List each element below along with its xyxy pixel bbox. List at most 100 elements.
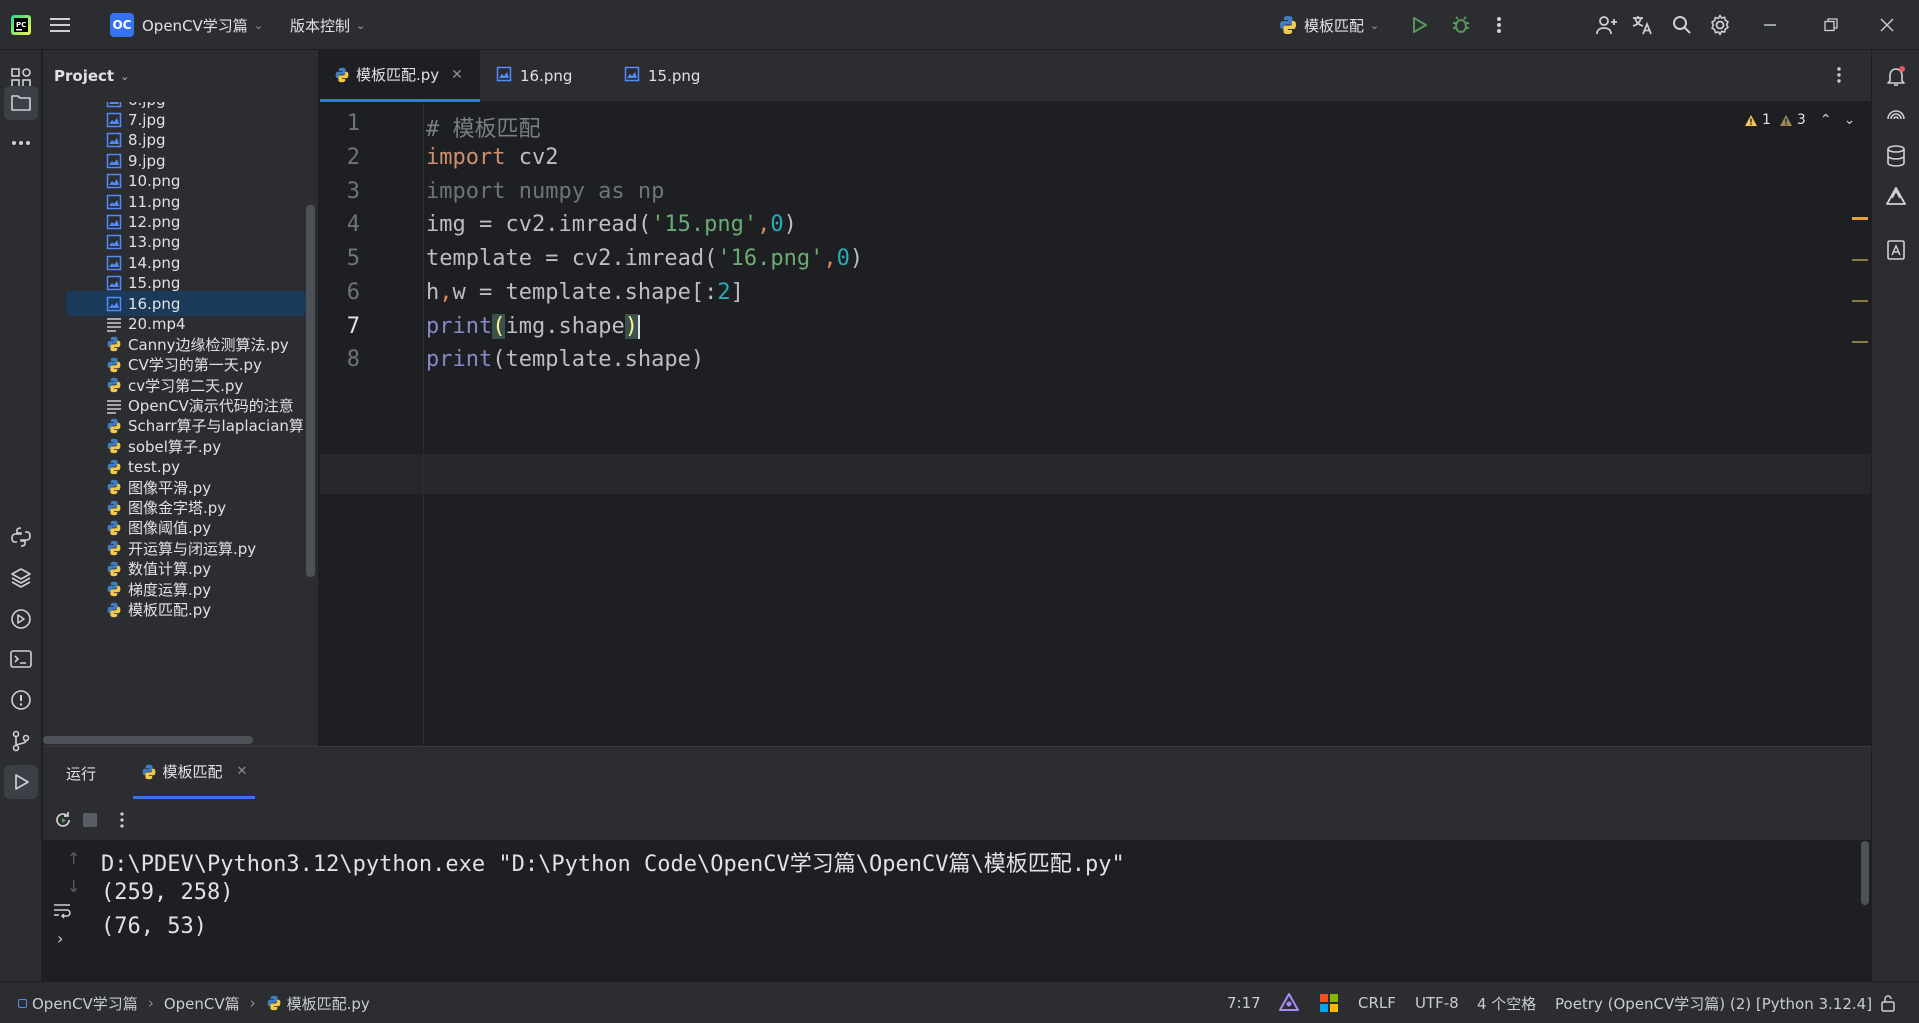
hamburger-icon — [50, 18, 70, 32]
console-output[interactable]: D:\PDEV\Python3.12\python.exe "D:\Python… — [101, 841, 1871, 982]
tab-template-match-py[interactable]: 模板匹配.py ✕ — [320, 50, 480, 102]
database-button[interactable] — [1879, 139, 1913, 173]
more-tools-button[interactable] — [4, 126, 38, 160]
line-number: 6 — [346, 280, 360, 305]
chevron-down-icon: ⌄ — [120, 69, 130, 83]
title-bar: PC OC OpenCV学习篇 ⌄ 版本控制 ⌄ 模板匹配 ⌄ — [0, 0, 1919, 50]
weak-warning-stripe-mark[interactable] — [1852, 300, 1868, 302]
tab-16-png[interactable]: 16.png — [482, 50, 602, 102]
code-text: imread — [624, 246, 705, 271]
sciview-button[interactable] — [1879, 180, 1913, 214]
current-line-highlight — [320, 454, 1871, 494]
file-encoding[interactable]: UTF-8 — [1415, 982, 1459, 1023]
main-menu-button[interactable] — [50, 0, 70, 50]
terminal-tool-button[interactable] — [4, 642, 38, 676]
line-number-gutter: 1 2 3 4 5 6 7 8 — [320, 102, 424, 746]
line-separator[interactable]: CRLF — [1358, 982, 1396, 1023]
services-tool-button[interactable] — [4, 602, 38, 636]
run-button[interactable] — [1410, 0, 1428, 50]
breadcrumb-item[interactable]: OpenCV学习篇 — [32, 993, 138, 1014]
soft-wrap-icon[interactable] — [53, 903, 71, 923]
code-text: w = template.shape[: — [452, 280, 718, 305]
notifications-button[interactable] — [1879, 59, 1913, 93]
image-file-icon — [106, 132, 122, 148]
weak-warning-icon — [1779, 114, 1792, 126]
close-window-button[interactable] — [1880, 0, 1894, 50]
previous-problem-icon[interactable]: ⌃ — [1820, 112, 1832, 128]
project-switcher[interactable]: OC OpenCV学习篇 ⌄ — [110, 0, 263, 50]
add-user-button[interactable] — [1596, 0, 1618, 50]
run-tool-button[interactable] — [4, 765, 38, 799]
run-panel-title: 运行 — [66, 765, 97, 783]
problems-tool-button[interactable] — [4, 683, 38, 717]
tab-label: 16.png — [520, 67, 573, 85]
up-arrow-icon[interactable]: ↑ — [67, 849, 80, 868]
windows-logo-icon[interactable] — [1320, 982, 1338, 1023]
more-vertical-icon — [120, 812, 124, 828]
python-interpreter[interactable]: Poetry (OpenCV学习篇) (2) [Python 3.12.4] — [1555, 982, 1872, 1023]
reader-mode-button[interactable] — [1879, 233, 1913, 267]
layers-tool-button[interactable] — [4, 561, 38, 595]
down-arrow-icon[interactable]: ↓ — [67, 877, 80, 896]
translate-button[interactable] — [1631, 0, 1655, 50]
lock-status-icon[interactable] — [1880, 982, 1896, 1023]
pycharm-logo-icon[interactable]: PC — [10, 0, 32, 50]
warning-stripe-mark[interactable] — [1852, 217, 1868, 220]
weak-warning-stripe-mark[interactable] — [1852, 259, 1868, 261]
stop-button[interactable] — [83, 813, 97, 827]
image-file-icon — [106, 275, 122, 291]
git-tool-button[interactable] — [4, 724, 38, 758]
inspection-widget[interactable]: 1 3 ⌃ ⌄ — [1744, 108, 1855, 132]
project-horizontal-scrollbar[interactable] — [43, 736, 253, 744]
number-literal: 0 — [836, 246, 850, 271]
translate-icon — [1632, 16, 1652, 35]
code-text: imread — [558, 212, 638, 237]
python-packages-button[interactable] — [4, 520, 38, 554]
breadcrumb-item[interactable]: OpenCV篇 — [164, 993, 240, 1014]
file-name: 16.png — [128, 294, 181, 313]
line-number: 8 — [346, 347, 360, 372]
code-editor[interactable]: 1 2 3 4 5 6 7 8 # 模板匹配 import cv2 import… — [320, 102, 1871, 746]
ai-assistant-button[interactable] — [1879, 99, 1913, 133]
document-a-icon — [1887, 240, 1905, 260]
next-problem-icon[interactable]: ⌄ — [1844, 112, 1856, 128]
close-tab-icon[interactable]: ✕ — [451, 67, 463, 83]
status-bar: OpenCV学习篇 › OpenCV篇 › 模板匹配.py 7:17 CRLF … — [0, 981, 1919, 1023]
project-panel-header[interactable]: Project ⌄ — [54, 50, 129, 102]
caret-position[interactable]: 7:17 — [1227, 982, 1261, 1023]
chevron-right-icon: › — [249, 994, 256, 1012]
minimize-button[interactable] — [1763, 0, 1777, 50]
close-run-tab-icon[interactable]: ✕ — [237, 764, 248, 779]
code-line-8: print(template.shape) — [426, 347, 704, 372]
run-more-button[interactable] — [119, 811, 125, 833]
debug-button[interactable] — [1451, 0, 1471, 50]
settings-button[interactable] — [1709, 0, 1731, 50]
project-tool-button[interactable] — [4, 86, 38, 120]
rerun-button[interactable] — [53, 810, 73, 834]
python-console-icon — [11, 527, 31, 547]
code-line-6: h,w = template.shape[:2] — [426, 280, 744, 305]
run-tab[interactable]: 模板匹配 ✕ — [133, 747, 255, 799]
search-button[interactable] — [1672, 0, 1692, 50]
console-line: (76, 53) — [101, 914, 207, 939]
indent-setting[interactable]: 4 个空格 — [1477, 982, 1536, 1023]
console-scrollbar[interactable] — [1861, 841, 1869, 905]
project-scrollbar[interactable] — [306, 205, 315, 577]
python-file-icon — [106, 357, 122, 373]
right-tool-stripe — [1871, 50, 1919, 981]
vcs-menu[interactable]: 版本控制 ⌄ — [290, 0, 365, 50]
line-number: 1 — [346, 111, 360, 136]
more-actions-button[interactable] — [1496, 0, 1502, 50]
restore-button[interactable] — [1824, 0, 1838, 50]
chevron-right-icon[interactable]: › — [57, 929, 63, 948]
file-tree-item[interactable]: 模板匹配.py — [43, 597, 319, 622]
play-icon — [1413, 17, 1427, 33]
tab-15-png[interactable]: 15.png — [610, 50, 730, 102]
run-config-selector[interactable]: 模板匹配 ⌄ — [1278, 0, 1379, 50]
line-number: 3 — [346, 179, 360, 204]
tab-options-button[interactable] — [1836, 66, 1842, 88]
breadcrumb-item[interactable]: 模板匹配.py — [287, 993, 370, 1014]
python-file-icon — [106, 602, 122, 618]
ai-status-icon[interactable] — [1278, 982, 1300, 1023]
weak-warning-stripe-mark[interactable] — [1852, 341, 1868, 343]
